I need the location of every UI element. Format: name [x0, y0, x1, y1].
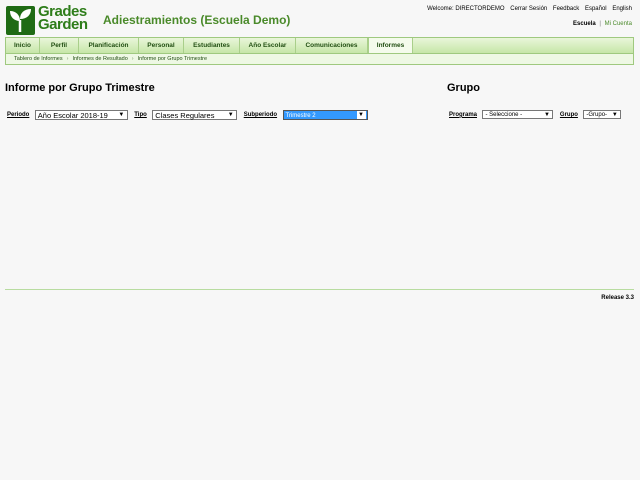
- welcome-text: Welcome: DIRECTORDEMO: [427, 6, 505, 12]
- program-select[interactable]: - Seleccione - ▼: [482, 110, 554, 120]
- main-nav: Inicio Perfil Planificación Personal Est…: [5, 37, 634, 53]
- nav-item-personal[interactable]: Personal: [139, 38, 184, 53]
- chevron-down-icon: ▼: [543, 112, 550, 119]
- type-select[interactable]: Clases Regulares ▼: [152, 109, 238, 120]
- logo-wordmark: Grades Garden: [38, 4, 98, 33]
- subperiod-select-value: Trimestre 2: [285, 112, 316, 119]
- period-select[interactable]: Año Escolar 2018-19 ▼: [34, 109, 128, 120]
- top-links: Welcome: DIRECTORDEMO Cerrar Sesión Feed…: [423, 6, 632, 12]
- group-select[interactable]: -Grupo- ▼: [583, 110, 622, 120]
- chevron-down-icon: ▼: [611, 112, 618, 119]
- subperiod-label: Subperiodo: [243, 111, 278, 118]
- breadcrumb-current: Informe por Grupo Trimestre: [137, 56, 208, 62]
- switcher-separator: |: [599, 21, 601, 27]
- period-select-value: Año Escolar 2018-19: [37, 110, 108, 120]
- spanish-link[interactable]: Español: [585, 6, 607, 12]
- english-link[interactable]: English: [612, 6, 632, 12]
- report-filters: Periodo Año Escolar 2018-19 ▼ Tipo Clases…: [7, 106, 370, 120]
- header: Grades Garden Adiestramientos (Escuela D…: [0, 0, 640, 38]
- nav-item-ano-escolar[interactable]: Año Escolar: [240, 38, 296, 53]
- release-label: Release 3.3: [601, 295, 634, 301]
- chevron-right-icon: ›: [131, 56, 134, 62]
- chevron-right-icon: ›: [66, 56, 69, 62]
- program-label: Programa: [449, 111, 478, 118]
- school-title: Adiestramientos (Escuela Demo): [103, 13, 291, 27]
- logo-line-2: Garden: [38, 16, 88, 33]
- nav-item-informes[interactable]: Informes: [368, 38, 413, 53]
- logout-link[interactable]: Cerrar Sesión: [510, 6, 547, 12]
- type-label: Tipo: [134, 111, 147, 118]
- nav-item-planificacion[interactable]: Planificación: [79, 38, 139, 53]
- breadcrumb-item[interactable]: Tablero de Informes: [14, 56, 63, 62]
- program-select-value: - Seleccione -: [485, 112, 523, 119]
- subperiod-select[interactable]: Trimestre 2 ▼: [282, 109, 368, 120]
- chevron-down-icon: ▼: [227, 111, 234, 118]
- sprout-icon: [6, 6, 35, 35]
- group-panel-title: Grupo: [447, 82, 480, 94]
- chevron-down-icon: ▼: [356, 110, 366, 119]
- nav-item-perfil[interactable]: Perfil: [40, 38, 79, 53]
- breadcrumb: Tablero de Informes › Informes de Resultad…: [5, 53, 634, 65]
- group-filters: Programa - Seleccione - ▼ Grupo -Grupo- ▼: [449, 106, 623, 124]
- breadcrumb-item[interactable]: Informes de Resultado: [72, 56, 127, 62]
- page-title: Informe por Grupo Trimestre: [5, 82, 155, 94]
- feedback-link[interactable]: Feedback: [553, 6, 579, 12]
- nav-item-inicio[interactable]: Inicio: [6, 38, 40, 53]
- my-account-link[interactable]: Mi Cuenta: [605, 21, 632, 27]
- footer-divider: [5, 289, 634, 290]
- period-label: Periodo: [7, 111, 30, 118]
- type-select-value: Clases Regulares: [155, 110, 215, 120]
- nav-item-estudiantes[interactable]: Estudiantes: [184, 38, 240, 53]
- grades-garden-logo[interactable]: Grades Garden: [6, 4, 92, 35]
- group-label: Grupo: [559, 111, 578, 118]
- nav-item-comunicaciones[interactable]: Comunicaciones: [296, 38, 368, 53]
- school-link[interactable]: Escuela: [573, 21, 596, 27]
- context-switcher: Escuela | Mi Cuenta: [573, 21, 632, 27]
- group-select-value: -Grupo-: [586, 112, 608, 119]
- chevron-down-icon: ▼: [118, 111, 125, 118]
